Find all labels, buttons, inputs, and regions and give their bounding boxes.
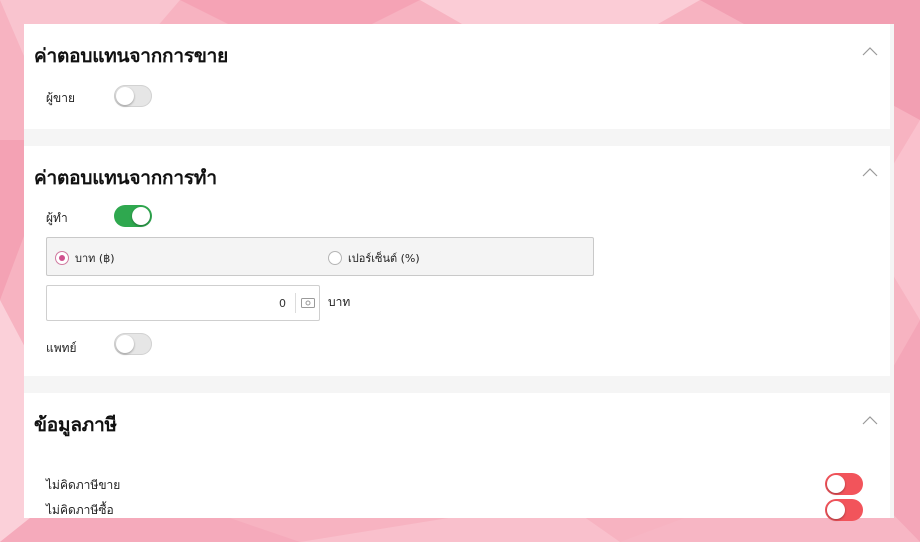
sales-commission-card: ค่าตอบแทนจากการขาย ผู้ขาย (24, 24, 890, 129)
work-commission-title: ค่าตอบแทนจากการทำ (34, 167, 217, 189)
radio-percent[interactable]: เปอร์เซ็นต์ (%) (328, 249, 420, 267)
chevron-up-icon[interactable] (862, 46, 878, 56)
toggle-knob (116, 335, 134, 353)
chevron-up-icon[interactable] (862, 167, 878, 177)
amount-input[interactable] (48, 287, 292, 319)
seller-toggle[interactable] (114, 85, 152, 107)
settings-panel: ค่าตอบแทนจากการขาย ผู้ขาย ค่าตอบแทนจากกา… (24, 24, 894, 521)
tax-info-card: ข้อมูลภาษี ไม่คิดภาษีขาย ไม่คิดภาษีซื้อ (24, 393, 890, 521)
toggle-knob (827, 475, 845, 493)
no-purchase-tax-label: ไม่คิดภาษีซื้อ (46, 503, 114, 517)
doctor-label: แพทย์ (46, 341, 77, 355)
amount-field (46, 285, 320, 321)
toggle-knob (132, 207, 150, 225)
doctor-toggle[interactable] (114, 333, 152, 355)
commission-type-group: บาท (฿) เปอร์เซ็นต์ (%) (46, 237, 594, 276)
tax-info-title: ข้อมูลภาษี (34, 414, 117, 436)
no-sales-tax-label: ไม่คิดภาษีขาย (46, 478, 121, 492)
money-icon (301, 298, 315, 308)
sales-commission-title: ค่าตอบแทนจากการขาย (34, 45, 229, 67)
toggle-knob (827, 501, 845, 519)
no-purchase-tax-toggle[interactable] (825, 499, 863, 521)
radio-checked-icon (55, 251, 69, 265)
radio-baht-label: บาท (฿) (75, 252, 115, 265)
doer-label: ผู้ทำ (46, 211, 68, 225)
radio-unchecked-icon (328, 251, 342, 265)
radio-baht[interactable]: บาท (฿) (55, 249, 115, 267)
unit-label: บาท (328, 295, 351, 309)
radio-percent-label: เปอร์เซ็นต์ (%) (348, 252, 420, 265)
work-commission-card: ค่าตอบแทนจากการทำ ผู้ทำ บาท (฿) เปอร์เซ็… (24, 146, 890, 376)
toggle-knob (116, 87, 134, 105)
divider (295, 293, 296, 313)
no-sales-tax-toggle[interactable] (825, 473, 863, 495)
chevron-up-icon[interactable] (862, 415, 878, 425)
doer-toggle[interactable] (114, 205, 152, 227)
seller-label: ผู้ขาย (46, 91, 76, 105)
